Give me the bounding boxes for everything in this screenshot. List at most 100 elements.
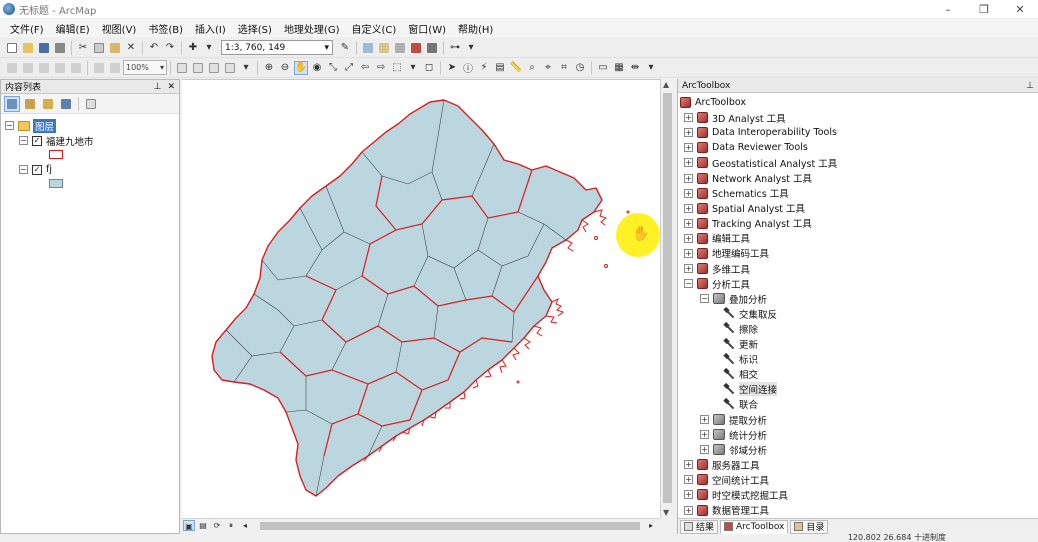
expand-icon[interactable]: + [700, 415, 709, 425]
toggle-draft-mode-icon[interactable] [175, 61, 189, 75]
toolbox-item[interactable]: + 空间统计工具 [680, 472, 1038, 487]
expand-icon[interactable]: + [684, 128, 693, 138]
pan-hand-icon[interactable]: ✋ [294, 60, 308, 75]
hyperlink-icon[interactable]: ⚡ [477, 61, 491, 75]
forward-extent-icon[interactable]: ⇨ [374, 61, 388, 75]
layer-visibility-checkbox[interactable]: ✓ [32, 135, 42, 146]
focus-data-frame-icon[interactable] [191, 61, 205, 75]
toolbox-item-label[interactable]: 多维工具 [712, 262, 750, 276]
map-vertical-scrollbar[interactable]: ▲ ▼ [660, 79, 674, 518]
toolbox-item-label[interactable]: Schematics 工具 [712, 186, 789, 200]
expand-icon[interactable]: + [684, 218, 693, 228]
paste-icon[interactable] [108, 41, 122, 55]
scroll-up-icon[interactable]: ▲ [663, 80, 669, 89]
toolbox-root-label[interactable]: ArcToolbox [695, 97, 746, 108]
go-to-xy-icon[interactable]: ⌗ [557, 61, 571, 75]
map-display[interactable] [182, 79, 660, 518]
expand-icon[interactable]: + [684, 173, 693, 183]
tab-catalog[interactable]: 目录 [790, 519, 829, 534]
menu-bookmarks[interactable]: 书签(B) [142, 21, 189, 36]
scroll-left-icon[interactable]: ◂ [239, 520, 251, 531]
toolbox-item-label[interactable]: 3D Analyst 工具 [712, 111, 786, 125]
fixed-zoom-in-icon[interactable]: ⤡ [326, 61, 340, 75]
toolbox-item[interactable]: + 数据管理工具 [680, 503, 1038, 518]
add-data-dropdown-icon[interactable]: ▾ [202, 41, 216, 55]
toolbox-item-label[interactable]: 联合 [739, 397, 758, 411]
tab-arctoolbox[interactable]: ArcToolbox [720, 519, 789, 534]
toolset-item[interactable]: − 叠加分析 [680, 291, 1038, 306]
layout-tool-6-icon[interactable] [92, 61, 106, 75]
toolbox-item-label[interactable]: Spatial Analyst 工具 [712, 201, 805, 215]
toolbox-item[interactable]: + Geostatistical Analyst 工具 [680, 155, 1038, 170]
list-by-visibility-icon[interactable] [40, 96, 56, 112]
full-extent-globe-icon[interactable]: ◉ [310, 61, 324, 75]
arctoolbox-window-icon[interactable] [409, 41, 423, 55]
tool-item[interactable]: 交集取反 [680, 306, 1038, 321]
toolbox-item-label[interactable]: Tracking Analyst 工具 [712, 216, 812, 230]
redo-icon[interactable]: ↷ [163, 41, 177, 55]
html-popup-icon[interactable]: ▤ [493, 61, 507, 75]
legend-hollow-red-symbol[interactable] [49, 150, 63, 159]
tool-item[interactable]: 联合 [680, 397, 1038, 412]
layers-root-row[interactable]: − 图层 [5, 118, 179, 133]
fixed-zoom-out-icon[interactable]: ⤢ [342, 61, 356, 75]
toolbox-item-label[interactable]: 服务器工具 [712, 458, 760, 472]
refresh-icon[interactable]: ⟳ [211, 520, 223, 531]
undo-icon[interactable]: ↶ [147, 41, 161, 55]
layout-tool-4-icon[interactable] [53, 61, 67, 75]
find-route-icon[interactable]: ⌖ [541, 61, 555, 75]
toolbox-item-label[interactable]: 提取分析 [729, 413, 767, 427]
expand-icon[interactable]: + [700, 430, 709, 440]
toolbox-item-label[interactable]: 统计分析 [729, 428, 767, 442]
expand-icon[interactable]: + [700, 445, 709, 455]
expand-icon[interactable]: + [684, 490, 693, 500]
select-features-icon[interactable]: ⬚ [390, 61, 404, 75]
model-builder-icon[interactable]: ⊶ [448, 41, 462, 55]
collapse-icon[interactable]: − [19, 136, 28, 145]
toolbox-item[interactable]: + Tracking Analyst 工具 [680, 216, 1038, 231]
menu-edit[interactable]: 编辑(E) [50, 21, 96, 36]
tool-item[interactable]: 更新 [680, 337, 1038, 352]
layer-row-fj[interactable]: − ✓ fj [5, 162, 179, 177]
toolbox-item[interactable]: + Schematics 工具 [680, 186, 1038, 201]
cut-icon[interactable]: ✂ [76, 41, 90, 55]
toolbox-item[interactable]: + 编辑工具 [680, 231, 1038, 246]
scroll-right-icon[interactable]: ▸ [645, 520, 657, 531]
collapse-icon[interactable]: − [19, 165, 28, 174]
toolset-item[interactable]: + 邻域分析 [680, 442, 1038, 457]
layer-row-fujian-cities[interactable]: − ✓ 福建九地市 [5, 133, 179, 148]
toolbox-item[interactable]: + 服务器工具 [680, 457, 1038, 472]
pause-drawing-icon[interactable]: ⏸ [225, 520, 237, 531]
tool-item[interactable]: 空间连接 [680, 382, 1038, 397]
scroll-down-icon[interactable]: ▼ [663, 508, 669, 517]
pin-icon[interactable]: ⊥ [1026, 81, 1034, 91]
toolbox-item-label[interactable]: Data Interoperability Tools [712, 127, 837, 138]
save-icon[interactable] [37, 41, 51, 55]
toolbar-options-icon[interactable]: ▾ [464, 41, 478, 55]
expand-icon[interactable]: + [684, 113, 693, 123]
select-dropdown-icon[interactable]: ▾ [406, 61, 420, 75]
toolset-item[interactable]: + 统计分析 [680, 427, 1038, 442]
horizontal-scroll-thumb[interactable] [260, 522, 640, 530]
data-driven-pages-icon[interactable] [223, 61, 237, 75]
layout-view-icon[interactable]: ▦ [612, 61, 626, 75]
tab-results[interactable]: 结果 [680, 519, 719, 534]
layout-tool-1-icon[interactable] [5, 61, 19, 75]
toolbar-options-icon[interactable]: ▾ [239, 61, 253, 75]
toolbox-item[interactable]: + 多维工具 [680, 261, 1038, 276]
expand-icon[interactable]: + [684, 475, 693, 485]
toolbox-item[interactable]: +3D Analyst 工具 [680, 110, 1038, 125]
menu-file[interactable]: 文件(F) [4, 21, 50, 36]
toolbox-item-label[interactable]: 空间连接 [739, 382, 778, 397]
toolbox-item[interactable]: + Spatial Analyst 工具 [680, 201, 1038, 216]
expand-icon[interactable]: + [684, 505, 693, 515]
layer-label[interactable]: fj [46, 164, 52, 175]
collapse-icon[interactable]: − [700, 294, 709, 304]
layout-tool-3-icon[interactable] [37, 61, 51, 75]
toolbox-item-label[interactable]: Geostatistical Analyst 工具 [712, 156, 837, 170]
menu-insert[interactable]: 插入(I) [189, 21, 232, 36]
list-by-source-icon[interactable] [22, 96, 38, 112]
menu-geoprocessing[interactable]: 地理处理(G) [278, 21, 346, 36]
tool-item[interactable]: 标识 [680, 352, 1038, 367]
toolbox-item-label[interactable]: 空间统计工具 [712, 473, 769, 487]
